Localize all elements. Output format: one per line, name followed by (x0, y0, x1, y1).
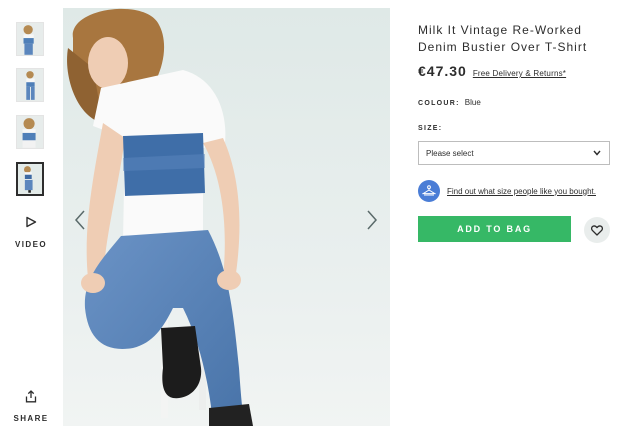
hanger-icon (418, 180, 440, 202)
chevron-down-icon (593, 150, 601, 156)
chevron-right-icon (367, 210, 378, 230)
video-button[interactable]: VIDEO (14, 216, 48, 252)
product-image (63, 8, 390, 426)
colour-value: Blue (464, 98, 481, 107)
play-icon (26, 216, 37, 228)
delivery-returns-link[interactable]: Free Delivery & Returns* (473, 69, 566, 78)
thumbnail-image (18, 164, 42, 194)
previous-image-button[interactable] (68, 206, 92, 234)
next-image-button[interactable] (360, 206, 384, 234)
share-button[interactable]: SHARE (12, 390, 50, 426)
add-to-bag-button[interactable]: ADD TO BAG (418, 216, 571, 242)
save-for-later-button[interactable] (584, 217, 610, 243)
thumbnail-image (17, 69, 43, 101)
thumbnail-image (17, 23, 43, 55)
thumbnail-column: VIDEO SHARE (0, 0, 62, 438)
product-price: €47.30 (418, 63, 467, 79)
thumbnail-4[interactable] (16, 162, 44, 196)
chevron-left-icon (74, 210, 85, 230)
thumbnail-3[interactable] (16, 115, 44, 149)
product-title: Milk It Vintage Re-Worked Denim Bustier … (418, 23, 588, 54)
thumbnail-1[interactable] (16, 22, 44, 56)
price-row: €47.30 Free Delivery & Returns* (418, 63, 614, 79)
fit-assistant-text: Find out what size people like you bough… (447, 186, 596, 196)
product-details: Milk It Vintage Re-Worked Denim Bustier … (418, 22, 614, 79)
size-select-value: Please select (426, 148, 474, 158)
size-select[interactable]: Please select (418, 141, 610, 165)
share-icon (25, 390, 37, 403)
colour-row: COLOUR: Blue (418, 98, 481, 107)
colour-label: COLOUR: (418, 100, 460, 107)
heart-icon (591, 224, 603, 236)
thumbnail-2[interactable] (16, 68, 44, 102)
product-photo (63, 8, 390, 426)
thumbnail-image (17, 116, 43, 148)
size-label: SIZE: (418, 125, 443, 132)
fit-assistant-link[interactable]: Find out what size people like you bough… (418, 180, 596, 202)
share-label: SHARE (13, 414, 49, 423)
video-label: VIDEO (15, 240, 47, 249)
